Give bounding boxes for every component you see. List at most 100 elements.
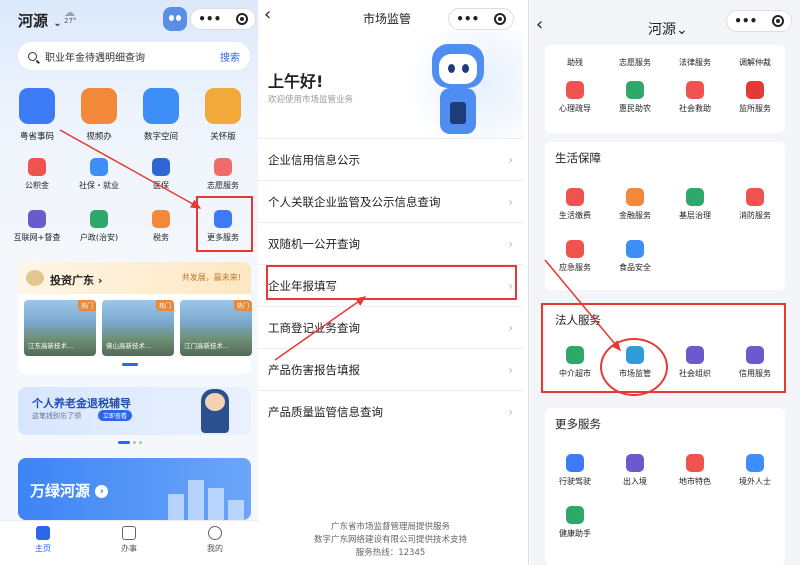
home-screen: 河源 ⌄ ☁ 27° ••• 职业年金待遇明细查询 搜索 粤省事码 视频办 数字空间 关… bbox=[0, 0, 258, 565]
mascot-illustration bbox=[428, 40, 488, 138]
highlight-more-services bbox=[196, 196, 253, 252]
service-item[interactable]: 互联网+督查 bbox=[8, 210, 66, 243]
tab-home[interactable]: 主页 bbox=[13, 526, 73, 565]
pension-title: 个人养老金退税辅导 bbox=[32, 397, 131, 410]
service-item[interactable]: 基层治理 bbox=[665, 188, 725, 221]
chevron-right-icon: › bbox=[508, 404, 513, 419]
search-bar[interactable]: 职业年金待遇明细查询 搜索 bbox=[18, 42, 250, 70]
services-row: 助残 志愿服务 法律服务 调解仲裁 bbox=[545, 57, 785, 68]
search-input[interactable]: 职业年金待遇明细查询 bbox=[45, 49, 145, 64]
menu-item[interactable]: 企业信用信息公示 › bbox=[258, 138, 523, 180]
service-icon bbox=[152, 210, 170, 228]
menu-item[interactable]: 产品质量监管信息查询 › bbox=[258, 390, 523, 432]
service-item[interactable]: 调解仲裁 bbox=[725, 57, 785, 68]
service-label: 基层治理 bbox=[679, 211, 711, 220]
banner-indicator-dot bbox=[139, 441, 142, 444]
menu-item-label: 产品伤害报告填报 bbox=[268, 362, 360, 377]
more-icon[interactable]: ••• bbox=[198, 12, 221, 26]
city-selector[interactable]: 河源 ⌄ bbox=[18, 10, 62, 31]
service-item[interactable]: 地市特色 bbox=[665, 454, 725, 487]
temperature: 27° bbox=[64, 17, 77, 25]
service-label: 行驶驾驶 bbox=[559, 477, 591, 486]
service-label: 社会救助 bbox=[679, 104, 711, 113]
banner-indicator bbox=[118, 441, 130, 444]
service-label: 助残 bbox=[567, 58, 583, 67]
invest-photo[interactable]: 热门 江东高新技术... bbox=[24, 300, 96, 356]
welcome-text: 欢迎使用市场监管业务 bbox=[268, 95, 354, 105]
pension-view-button[interactable]: 立即查看 bbox=[98, 410, 133, 421]
service-item[interactable]: 食品安全 bbox=[605, 240, 665, 273]
featured-service-1[interactable]: 视频办 bbox=[70, 88, 128, 142]
menu-item[interactable]: 工商登记业务查询 › bbox=[258, 306, 523, 348]
chevron-down-icon: ⌄ bbox=[53, 18, 62, 29]
search-button[interactable]: 搜索 bbox=[220, 49, 240, 64]
service-item[interactable]: 医保 bbox=[132, 158, 190, 191]
service-item[interactable]: 出入境 bbox=[605, 454, 665, 487]
green-heyuan-banner[interactable]: 万绿河源 › bbox=[18, 458, 251, 520]
tab-services[interactable]: 办事 bbox=[99, 526, 159, 565]
featured-service-0[interactable]: 粤省事码 bbox=[8, 88, 66, 142]
service-item[interactable]: 社会救助 bbox=[665, 81, 725, 114]
service-item[interactable]: 税务 bbox=[132, 210, 190, 243]
invest-photo[interactable]: 热门 江门高新技术... bbox=[180, 300, 252, 356]
service-item[interactable]: 境外人士 bbox=[725, 454, 785, 487]
service-item[interactable]: 健康助手 bbox=[545, 506, 605, 539]
service-label: 数字空间 bbox=[143, 132, 178, 142]
service-label: 出入境 bbox=[623, 477, 647, 486]
weather-widget: ☁ 27° bbox=[64, 7, 77, 26]
service-item[interactable]: 志愿服务 bbox=[605, 57, 665, 68]
service-item[interactable]: 法律服务 bbox=[665, 57, 725, 68]
service-item[interactable]: 应急服务 bbox=[545, 240, 605, 273]
hot-badge: 热门 bbox=[155, 300, 174, 311]
service-icon bbox=[152, 158, 170, 176]
close-target-icon[interactable] bbox=[235, 13, 248, 25]
menu-item[interactable]: 双随机一公开查询 › bbox=[258, 222, 523, 264]
hot-badge: 热门 bbox=[77, 300, 96, 311]
service-item[interactable]: 志愿服务 bbox=[194, 158, 252, 191]
service-label: 志愿服务 bbox=[619, 58, 651, 67]
close-target-icon[interactable] bbox=[771, 15, 784, 27]
service-item[interactable]: 消防服务 bbox=[725, 188, 785, 221]
back-button[interactable]: ‹ bbox=[536, 14, 543, 35]
building-icon bbox=[188, 480, 204, 520]
city-name: 河源 bbox=[18, 12, 49, 30]
more-icon[interactable]: ••• bbox=[456, 12, 479, 26]
pension-banner[interactable]: 个人养老金退税辅导 这笔钱别忘了领 立即查看 bbox=[18, 387, 251, 435]
service-item[interactable]: 社保・就业 bbox=[70, 158, 128, 191]
service-icon bbox=[90, 210, 108, 228]
service-item[interactable]: 生活缴费 bbox=[545, 188, 605, 221]
search-icon bbox=[28, 51, 37, 61]
service-item[interactable]: 户政(治安) bbox=[70, 210, 128, 243]
tab-profile[interactable]: 我的 bbox=[185, 526, 245, 565]
service-item[interactable]: 金融服务 bbox=[605, 188, 665, 221]
city-selector[interactable]: 河源⌄ bbox=[648, 19, 688, 39]
service-label: 视频办 bbox=[86, 132, 112, 142]
invest-guangdong-card[interactable]: 投资广东 › 共发展，赢未来! 热门 江东高新技术... 热门 佛山高新技术... 热门… bbox=[18, 262, 252, 374]
mascot-avatar[interactable] bbox=[163, 7, 187, 31]
footer-tech-support: 数字广东网络建设有限公司提供技术支持 bbox=[313, 535, 467, 545]
service-item[interactable]: 公积金 bbox=[8, 158, 66, 191]
service-label: 生活缴费 bbox=[559, 211, 591, 220]
service-label: 应急服务 bbox=[559, 263, 591, 272]
chevron-right-icon: › bbox=[508, 236, 513, 251]
service-item[interactable]: 行驶驾驶 bbox=[545, 454, 605, 487]
services-row: 生活缴费 金融服务 基层治理 消防服务 bbox=[545, 188, 785, 221]
menu-item[interactable]: 产品伤害报告填报 › bbox=[258, 348, 523, 390]
chevron-right-icon: › bbox=[508, 152, 513, 167]
banner-indicator-dot bbox=[133, 441, 136, 444]
back-button[interactable]: ‹ bbox=[264, 4, 271, 25]
close-target-icon[interactable] bbox=[493, 13, 506, 25]
green-heyuan-title: 万绿河源 › bbox=[30, 480, 109, 501]
featured-service-2[interactable]: 数字空间 bbox=[132, 88, 190, 142]
more-services-section: 更多服务 行驶驾驶 出入境 地市特色 境外人士 健康助手 bbox=[545, 408, 785, 565]
service-item[interactable]: 监所服务 bbox=[725, 81, 785, 114]
service-item[interactable]: 心理疏导 bbox=[545, 81, 605, 114]
service-item[interactable]: 惠民助农 bbox=[605, 81, 665, 114]
service-item[interactable]: 助残 bbox=[545, 57, 605, 68]
more-icon[interactable]: ••• bbox=[734, 14, 757, 28]
photo-caption: 江门高新技术... bbox=[184, 342, 230, 350]
featured-service-3[interactable]: 关怀版 bbox=[194, 88, 252, 142]
invest-photo[interactable]: 热门 佛山高新技术... bbox=[102, 300, 174, 356]
service-icon bbox=[19, 88, 55, 124]
menu-item[interactable]: 个人关联企业监管及公示信息查询 › bbox=[258, 180, 523, 222]
